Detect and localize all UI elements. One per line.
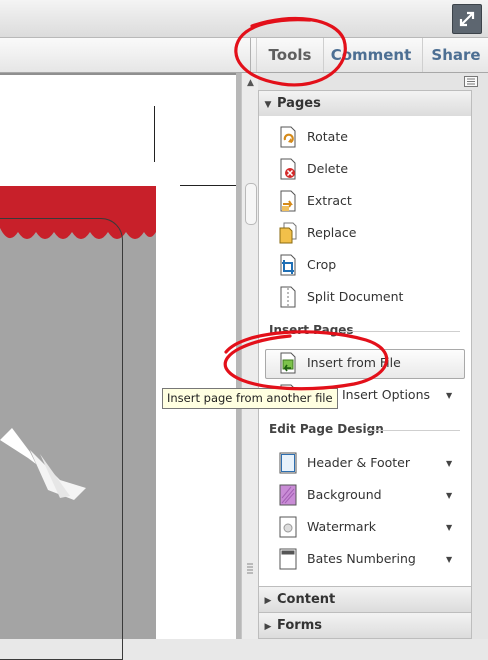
chevron-down-icon[interactable]: ▼ xyxy=(446,391,452,400)
document-scrollbar[interactable]: ▲ xyxy=(241,73,259,639)
forms-panel-header[interactable]: ▶ Forms xyxy=(258,612,472,639)
tool-label: Replace xyxy=(307,225,357,240)
chevron-down-icon[interactable]: ▼ xyxy=(446,555,452,564)
tool-label: Delete xyxy=(307,161,349,176)
document-top-edge xyxy=(0,73,238,75)
insert-pages-heading: Insert Pages xyxy=(269,323,354,337)
tab-tools[interactable]: Tools xyxy=(256,38,324,72)
crop-icon xyxy=(280,254,296,276)
replace-icon xyxy=(279,222,297,244)
header-footer-icon xyxy=(279,452,297,474)
chevron-down-icon[interactable]: ▼ xyxy=(446,491,452,500)
forms-panel-title: Forms xyxy=(277,618,322,633)
tab-share[interactable]: Share xyxy=(422,38,488,72)
page-tent-graphic xyxy=(0,428,86,500)
expand-icon xyxy=(459,11,475,27)
scroll-up-arrow[interactable]: ▲ xyxy=(245,77,256,89)
crop-mark-horizontal xyxy=(180,185,238,186)
content-panel-header[interactable]: ▶ Content xyxy=(258,586,472,613)
pages-panel-title: Pages xyxy=(277,96,321,111)
pane-resize-grip[interactable] xyxy=(245,561,255,575)
insert-from-file-icon xyxy=(280,352,296,374)
delete-page-icon xyxy=(280,158,296,180)
expand-triangle-icon: ▶ xyxy=(264,596,272,606)
tooltip: Insert page from another file xyxy=(162,388,338,409)
title-toolbar xyxy=(0,0,488,38)
split-document-icon xyxy=(280,286,296,308)
tool-label: Header & Footer xyxy=(307,455,410,470)
tool-label: Extract xyxy=(307,193,352,208)
tool-label: Background xyxy=(307,487,382,502)
expand-button[interactable] xyxy=(452,4,482,34)
tool-label: Bates Numbering xyxy=(307,551,416,566)
collapse-triangle-icon: ▼ xyxy=(264,100,272,110)
tool-label: Rotate xyxy=(307,129,348,144)
rotate-icon xyxy=(280,126,296,148)
tool-label: Crop xyxy=(307,257,337,272)
chevron-down-icon[interactable]: ▼ xyxy=(446,459,452,468)
watermark-icon xyxy=(279,516,297,538)
tool-label: Watermark xyxy=(307,519,376,534)
divider xyxy=(340,331,460,332)
crop-mark-vertical xyxy=(154,106,155,162)
tab-comment[interactable]: Comment xyxy=(324,38,418,72)
pane-options-icon[interactable] xyxy=(464,76,478,87)
tool-label: Split Document xyxy=(307,289,404,304)
divider xyxy=(368,430,460,431)
extract-icon xyxy=(280,190,296,212)
edit-page-design-heading: Edit Page Design xyxy=(269,422,384,436)
task-tab-bar: Tools Comment Share xyxy=(0,38,488,73)
tool-label: Insert from File xyxy=(307,355,401,370)
scrollbar-thumb[interactable] xyxy=(245,183,257,225)
content-panel-title: Content xyxy=(277,592,336,607)
chevron-down-icon[interactable]: ▼ xyxy=(446,523,452,532)
background-icon xyxy=(279,484,297,506)
document-tab-area xyxy=(0,38,251,72)
bates-numbering-icon xyxy=(279,548,297,570)
expand-triangle-icon: ▶ xyxy=(264,622,272,632)
pages-panel-header[interactable]: ▼ Pages xyxy=(258,90,472,117)
